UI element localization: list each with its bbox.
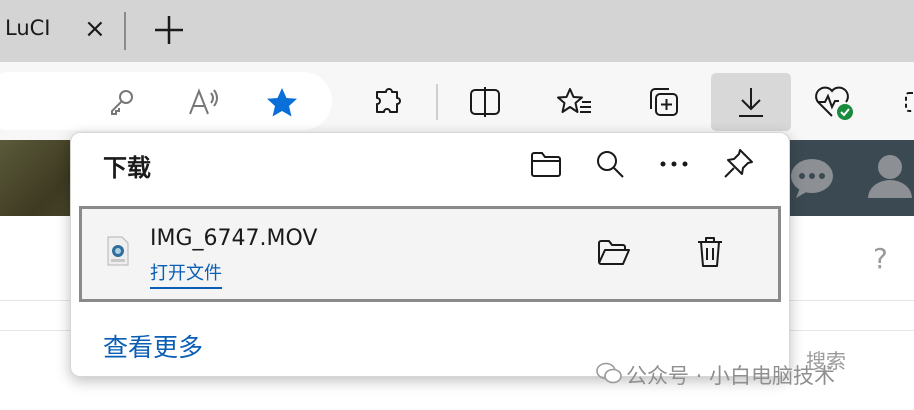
open-file-link[interactable]: 打开文件 (150, 259, 222, 289)
file-name: IMG_6747.MOV (150, 226, 318, 251)
tab-divider (124, 12, 126, 50)
chat-icon[interactable] (788, 156, 836, 204)
collections-icon[interactable] (641, 80, 685, 124)
show-in-folder-icon[interactable] (594, 232, 634, 272)
browser-essentials-icon[interactable] (812, 80, 856, 124)
watermark-search-text: 搜索 (806, 349, 846, 373)
downloads-icon[interactable] (729, 80, 773, 124)
delete-icon[interactable] (690, 232, 730, 272)
tab-close-icon[interactable]: × (84, 14, 106, 44)
read-aloud-icon[interactable] (181, 80, 225, 124)
toolbar-divider (436, 84, 438, 120)
favorites-icon[interactable] (552, 80, 596, 124)
open-folder-icon[interactable] (526, 144, 566, 184)
video-file-icon (107, 236, 129, 266)
tab-luci[interactable]: LuCI × (0, 0, 124, 62)
user-avatar-icon[interactable] (866, 152, 914, 206)
split-screen-icon[interactable] (463, 80, 507, 124)
more-icon[interactable] (654, 144, 694, 184)
see-more-link[interactable]: 查看更多 (103, 328, 203, 364)
wechat-icon (596, 362, 622, 388)
extensions-icon[interactable] (366, 80, 410, 124)
plus-icon (155, 16, 183, 44)
new-tab-button[interactable] (152, 12, 186, 48)
pin-icon[interactable] (718, 144, 758, 184)
tab-title: LuCI (5, 16, 51, 40)
search-icon[interactable] (590, 144, 630, 184)
key-icon[interactable] (100, 80, 144, 124)
tab-strip (0, 0, 914, 62)
more-tools-icon[interactable] (898, 80, 914, 124)
watermark-text: 公众号 · 小白电脑技术 (626, 364, 836, 388)
favorite-star-icon[interactable] (260, 80, 304, 124)
help-icon[interactable]: ? (873, 242, 888, 275)
flyout-title: 下载 (103, 154, 151, 182)
